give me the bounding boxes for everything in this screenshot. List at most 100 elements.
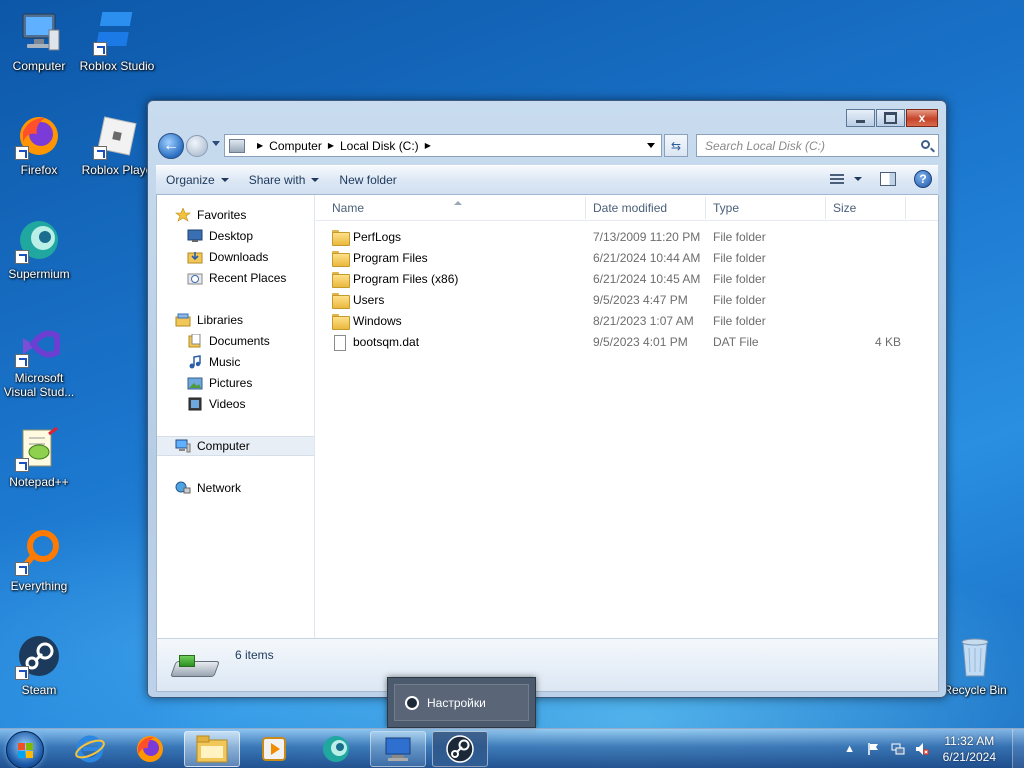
breadcrumb-local-disk[interactable]: Local Disk (C:) xyxy=(340,139,419,153)
taskbar-steam[interactable] xyxy=(432,731,488,767)
taskbar-internet-explorer[interactable] xyxy=(62,731,118,767)
column-date-modified[interactable]: Date modified xyxy=(593,201,667,215)
view-options-icon[interactable] xyxy=(830,172,848,186)
organize-button[interactable]: Organize xyxy=(156,166,239,194)
nav-pictures[interactable]: Pictures xyxy=(187,373,252,393)
chevron-down-icon xyxy=(220,178,229,182)
desktop-icon-recycle-bin[interactable]: Recycle Bin xyxy=(936,632,1014,697)
chevron-down-icon[interactable] xyxy=(854,177,862,181)
file-name: Windows xyxy=(353,314,402,328)
breadcrumb-computer[interactable]: Computer xyxy=(269,139,322,153)
column-divider[interactable] xyxy=(825,197,826,219)
file-date: 7/13/2009 11:20 PM xyxy=(593,230,701,244)
show-desktop-button[interactable] xyxy=(1012,729,1024,768)
sort-ascending-icon xyxy=(454,201,462,205)
desktop-icon-roblox-player[interactable]: Roblox Playe xyxy=(78,112,156,177)
show-hidden-icons-button[interactable]: ▲ xyxy=(843,742,857,756)
file-row-program-files-x86[interactable]: Program Files (x86) 6/21/2024 10:45 AM F… xyxy=(316,269,938,290)
chevron-right-icon[interactable]: ▶ xyxy=(328,141,334,150)
hard-drive-icon xyxy=(173,655,215,679)
explorer-body: Favorites Desktop Downloads Recent Place… xyxy=(156,195,939,638)
desktop-icon-steam[interactable]: Steam xyxy=(0,632,78,697)
desktop-icon-roblox-studio[interactable]: Roblox Studio xyxy=(78,8,156,73)
file-row-windows[interactable]: Windows 8/21/2023 1:07 AM File folder xyxy=(316,311,938,332)
search-icon[interactable] xyxy=(921,140,930,149)
desktop-icon-firefox[interactable]: Firefox xyxy=(0,112,78,177)
recent-pages-dropdown[interactable] xyxy=(212,141,220,146)
nav-videos[interactable]: Videos xyxy=(187,394,245,414)
popup-item-settings[interactable]: Настройки xyxy=(394,684,529,721)
nav-desktop-label: Desktop xyxy=(209,229,254,243)
nav-libraries[interactable]: Libraries xyxy=(175,310,243,330)
file-row-perflogs[interactable]: PerfLogs 7/13/2009 11:20 PM File folder xyxy=(316,227,938,248)
file-name: Users xyxy=(353,293,385,307)
column-size[interactable]: Size xyxy=(833,201,856,215)
column-type[interactable]: Type xyxy=(713,201,739,215)
close-button[interactable]: x xyxy=(906,109,938,127)
explorer-window[interactable]: x ← ▶ Computer ▶ Local Disk (C:) ▶ ⇆ Sea… xyxy=(147,100,947,698)
column-name[interactable]: Name xyxy=(332,201,364,215)
minimize-button[interactable] xyxy=(846,109,875,127)
volume-muted-icon[interactable] xyxy=(915,742,929,756)
refresh-icon: ⇆ xyxy=(670,138,682,153)
network-status-icon[interactable] xyxy=(891,742,905,756)
taskbar-jump-popup: Настройки xyxy=(387,677,536,728)
file-type: File folder xyxy=(713,230,766,244)
taskbar-supermium[interactable] xyxy=(308,731,364,767)
forward-button[interactable] xyxy=(186,135,208,157)
desktop-icon-computer[interactable]: Computer xyxy=(0,8,78,73)
nav-downloads[interactable]: Downloads xyxy=(187,247,268,267)
shortcut-arrow-icon xyxy=(15,458,29,472)
window-controls: x xyxy=(845,109,938,127)
desktop-icon-notepadpp[interactable]: Notepad++ xyxy=(0,424,78,489)
column-divider[interactable] xyxy=(705,197,706,219)
desktop-icon-everything[interactable]: Everything xyxy=(0,528,78,593)
share-with-button[interactable]: Share with xyxy=(239,166,330,194)
back-button[interactable]: ← xyxy=(158,133,184,159)
folder-icon xyxy=(332,314,350,330)
nav-desktop[interactable]: Desktop xyxy=(187,226,253,246)
address-dropdown-icon[interactable] xyxy=(647,143,655,148)
firefox-icon xyxy=(137,736,163,762)
nav-downloads-label: Downloads xyxy=(209,250,269,264)
column-divider[interactable] xyxy=(585,197,586,219)
chevron-right-icon[interactable]: ▶ xyxy=(425,141,431,150)
file-row-users[interactable]: Users 9/5/2023 4:47 PM File folder xyxy=(316,290,938,311)
maximize-button[interactable] xyxy=(876,109,905,127)
taskbar-file-explorer[interactable] xyxy=(184,731,240,767)
nav-computer[interactable]: Computer xyxy=(157,436,314,456)
drive-icon xyxy=(229,138,245,153)
address-bar[interactable]: ▶ Computer ▶ Local Disk (C:) ▶ xyxy=(224,134,662,157)
chevron-right-icon[interactable]: ▶ xyxy=(257,141,263,150)
nav-recent-places[interactable]: Recent Places xyxy=(187,268,286,288)
desktop-icon-supermium[interactable]: Supermium xyxy=(0,216,78,281)
internet-explorer-icon xyxy=(75,735,105,763)
taskbar-remote-desktop[interactable] xyxy=(370,731,426,767)
nav-documents-label: Documents xyxy=(209,334,270,348)
nav-favorites[interactable]: Favorites xyxy=(175,205,246,225)
desktop-icon-visual-studio[interactable]: Microsoft Visual Stud... xyxy=(0,320,78,399)
taskbar-media-player[interactable] xyxy=(246,731,302,767)
column-divider[interactable] xyxy=(905,197,906,219)
shortcut-arrow-icon xyxy=(15,354,29,368)
nav-documents[interactable]: Documents xyxy=(187,331,270,351)
action-center-flag-icon[interactable] xyxy=(867,742,881,756)
search-input[interactable]: Search Local Disk (C:) xyxy=(696,134,939,157)
taskbar-firefox[interactable] xyxy=(122,731,178,767)
roblox-player-icon xyxy=(93,112,141,160)
help-icon[interactable]: ? xyxy=(914,170,932,188)
nav-music[interactable]: Music xyxy=(187,352,240,372)
videos-icon xyxy=(187,397,203,411)
start-button[interactable] xyxy=(6,731,44,768)
file-row-program-files[interactable]: Program Files 6/21/2024 10:44 AM File fo… xyxy=(316,248,938,269)
preview-pane-icon[interactable] xyxy=(880,172,896,186)
nav-network[interactable]: Network xyxy=(175,478,241,498)
everything-icon xyxy=(15,528,63,576)
music-icon xyxy=(187,355,203,369)
supermium-icon xyxy=(323,736,349,762)
refresh-button[interactable]: ⇆ xyxy=(664,134,688,157)
file-row-bootsqm[interactable]: bootsqm.dat 9/5/2023 4:01 PM DAT File 4 … xyxy=(316,332,938,353)
notepadpp-icon xyxy=(15,424,63,472)
clock[interactable]: 11:32 AM 6/21/2024 xyxy=(943,733,996,765)
new-folder-button[interactable]: New folder xyxy=(329,166,406,194)
